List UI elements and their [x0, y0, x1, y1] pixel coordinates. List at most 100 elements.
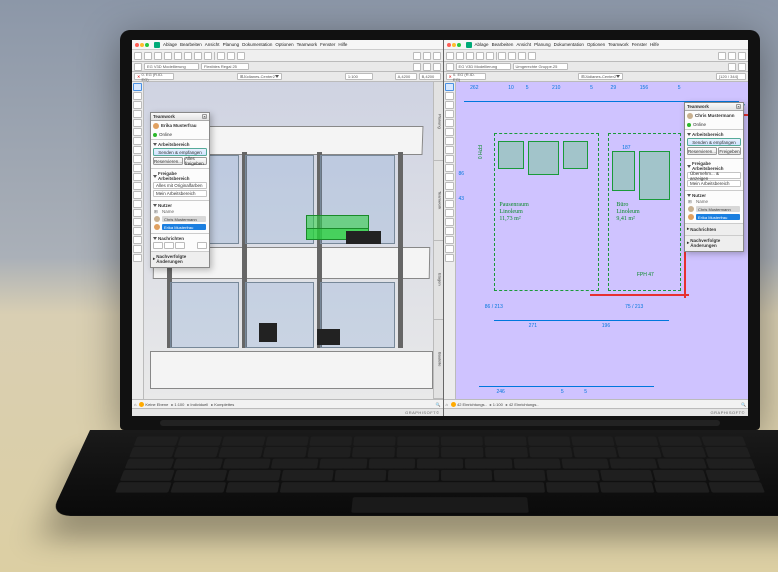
- tool-object-icon[interactable]: [445, 182, 454, 190]
- tool-curtain-icon[interactable]: [133, 209, 142, 217]
- coord-b[interactable]: B,4200: [419, 73, 441, 80]
- tool-object-icon[interactable]: [133, 182, 142, 190]
- status-mode[interactable]: ▸ Individuell: [187, 402, 208, 407]
- tool-fil-icon[interactable]: [445, 236, 454, 244]
- teamwork-palette-left[interactable]: Teamwork × Erika Musterfrau Online: [150, 112, 210, 268]
- tool-save-icon[interactable]: [466, 52, 474, 60]
- tool-txt-icon[interactable]: [445, 227, 454, 235]
- tool-dim-icon[interactable]: [445, 218, 454, 226]
- toolbox[interactable]: [444, 82, 456, 399]
- user-row-chris[interactable]: Chris Mustermann: [687, 205, 741, 213]
- layer-combo[interactable]: ⊞ Jüdianes-Center2: [578, 73, 623, 80]
- tab-bauteile[interactable]: Bauteile: [434, 320, 443, 399]
- tool-dimension-icon[interactable]: [133, 218, 142, 226]
- tool-new-icon[interactable]: [134, 52, 142, 60]
- viewport-3d[interactable]: Teamwork × Erika Musterfrau Online: [144, 82, 433, 399]
- tool-cloud-icon[interactable]: [423, 52, 431, 60]
- tool-roof-icon[interactable]: [445, 155, 454, 163]
- tool-a-icon[interactable]: [498, 52, 506, 60]
- close-icon[interactable]: ×: [202, 114, 207, 119]
- tool-stair-icon[interactable]: [133, 191, 142, 199]
- release-all-button[interactable]: Alles freigeben: [184, 157, 207, 165]
- menu-bar[interactable]: Ablage Bearbeiten Ansicht Planung Dokume…: [444, 40, 748, 50]
- status-zoom-icon[interactable]: 🔍: [436, 402, 441, 407]
- palette-titlebar[interactable]: Teamwork ×: [685, 103, 743, 111]
- teamwork-palette-right[interactable]: Teamwork × Chris Mustermann Online: [684, 102, 744, 252]
- msg-del-icon[interactable]: [197, 242, 207, 249]
- status-zoom-icon[interactable]: 🔍: [741, 402, 746, 407]
- tool-new-icon[interactable]: [446, 52, 454, 60]
- info-y-icon[interactable]: [738, 63, 746, 71]
- status-scale[interactable]: ▸ 1:100: [490, 402, 503, 407]
- tool-hp-icon[interactable]: [738, 52, 746, 60]
- menu-ansicht[interactable]: Ansicht: [205, 42, 220, 47]
- toolbar-infobar[interactable]: EG V3D Modellierung Umgerechte Gruppe.25: [444, 62, 748, 72]
- info-opt-a-icon[interactable]: [413, 63, 421, 71]
- tool-mesh-icon[interactable]: [133, 164, 142, 172]
- tab-name[interactable]: ✕ 0. EG (R.ID. EG): [134, 73, 174, 80]
- tool-paste-icon[interactable]: [204, 52, 212, 60]
- status-mode[interactable]: ▸ 42 Einrichtungs..: [506, 402, 539, 407]
- toolbar-coords[interactable]: ✕ 0. EG (R.ID. EG) ⊞ Jüdianes-Center2 [1…: [444, 72, 748, 82]
- tool-b-icon[interactable]: [508, 52, 516, 60]
- menu-dokumentation[interactable]: Dokumentation: [242, 42, 272, 47]
- menu-optionen[interactable]: Optionen: [275, 42, 293, 47]
- tool-door-icon[interactable]: [133, 110, 142, 118]
- tool-teamwork-icon[interactable]: [413, 52, 421, 60]
- favorite-set[interactable]: Umgerechte Gruppe.25: [513, 63, 568, 70]
- toolbar-infobar[interactable]: EG V3D Modellierung Flexibles Regal 25: [132, 62, 443, 72]
- tool-d-icon[interactable]: [528, 52, 536, 60]
- status-view[interactable]: ▸ Komplettes: [211, 402, 234, 407]
- viewport-plan[interactable]: 262 10 5 210 5 29 156 5 86 43: [456, 82, 748, 399]
- tool-measure-icon[interactable]: [217, 52, 225, 60]
- tool-window-icon[interactable]: [445, 119, 454, 127]
- tool-door-icon[interactable]: [445, 110, 454, 118]
- menu-teamwork[interactable]: Teamwork: [297, 42, 318, 47]
- my-workspace-dropdown[interactable]: Mein Arbeitsbereich: [153, 190, 207, 197]
- tool-column-icon[interactable]: [445, 128, 454, 136]
- tool-beam-icon[interactable]: [133, 137, 142, 145]
- send-receive-button[interactable]: Senden & empfangen: [687, 138, 741, 146]
- msg-sent-icon[interactable]: [175, 242, 185, 249]
- toolbar-primary[interactable]: [132, 50, 443, 62]
- info-cursor-icon[interactable]: [446, 63, 454, 71]
- navigator-path[interactable]: EG V3D Modellierung: [144, 63, 199, 70]
- tool-mesh-icon[interactable]: [445, 164, 454, 172]
- tool-cut-icon[interactable]: [184, 52, 192, 60]
- palette-titlebar[interactable]: Teamwork ×: [151, 113, 209, 121]
- tool-open-icon[interactable]: [456, 52, 464, 60]
- reserve-button[interactable]: Reservieren...: [687, 147, 717, 155]
- messages-section[interactable]: ▸Nachrichten: [685, 223, 743, 235]
- tool-marquee-icon[interactable]: [445, 92, 454, 100]
- toolbox[interactable]: [132, 82, 144, 399]
- status-scale[interactable]: ▸ 1:100: [171, 402, 184, 407]
- tool-zone-icon[interactable]: [445, 173, 454, 181]
- tool-lin-icon[interactable]: [445, 245, 454, 253]
- user-row-erika[interactable]: Erika Musterfrau: [153, 223, 207, 231]
- tool-arc-icon[interactable]: [133, 254, 142, 262]
- tool-snap-icon[interactable]: [227, 52, 235, 60]
- menu-fenster[interactable]: Fenster: [320, 42, 335, 47]
- menu-bearbeiten[interactable]: Bearbeiten: [180, 42, 202, 47]
- tool-arrow-icon[interactable]: [445, 83, 454, 91]
- tool-wall-icon[interactable]: [445, 101, 454, 109]
- toolbar-coords[interactable]: ✕ 0. EG (R.ID. EG) ⊞ Jüdianes-Center2 1:…: [132, 72, 443, 82]
- tool-fill-icon[interactable]: [133, 236, 142, 244]
- close-icon[interactable]: ×: [736, 104, 741, 109]
- changes-section[interactable]: ▸Nachverfolgte Änderungen: [685, 235, 743, 251]
- tool-text-icon[interactable]: [133, 227, 142, 235]
- menu-ablage[interactable]: Ablage: [163, 42, 177, 47]
- window-controls[interactable]: [447, 43, 461, 47]
- navigator-path[interactable]: EG V3D Modellierung: [456, 63, 511, 70]
- info-cursor-icon[interactable]: [134, 63, 142, 71]
- scale-field[interactable]: 1:100: [345, 73, 373, 80]
- toolbar-primary[interactable]: [444, 50, 748, 62]
- tool-zone-icon[interactable]: [133, 173, 142, 181]
- user-row-erika[interactable]: Erika Musterfrau: [687, 213, 741, 221]
- tool-undo-icon[interactable]: [476, 52, 484, 60]
- menu-hilfe[interactable]: Hilfe: [338, 42, 347, 47]
- info-x-icon[interactable]: [728, 63, 736, 71]
- tool-redo-icon[interactable]: [174, 52, 182, 60]
- favorite-set[interactable]: Flexibles Regal 25: [201, 63, 249, 70]
- msg-new-icon[interactable]: [153, 242, 163, 249]
